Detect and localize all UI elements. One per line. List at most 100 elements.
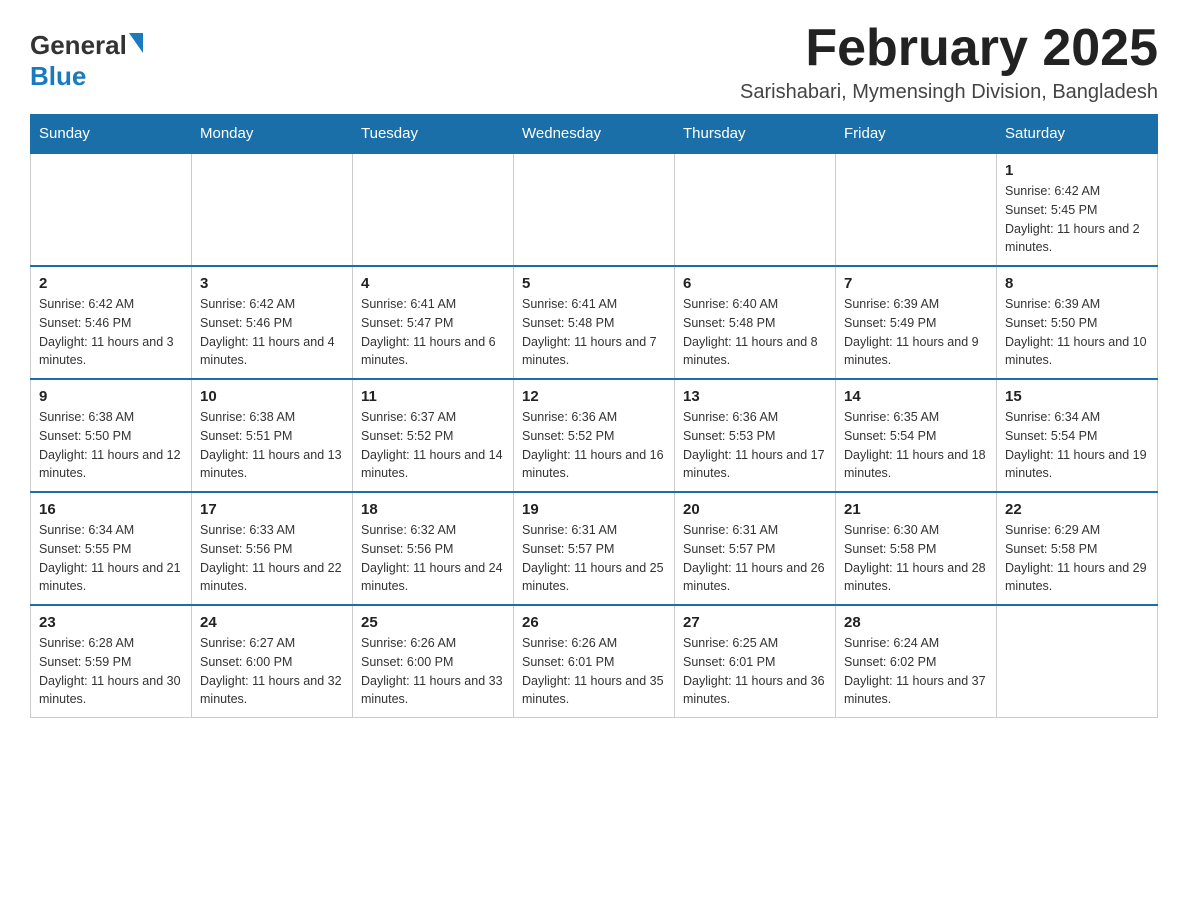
table-row: 6 Sunrise: 6:40 AMSunset: 5:48 PMDaylight… [675,266,836,379]
day-info: Sunrise: 6:26 AMSunset: 6:00 PMDaylight:… [361,634,505,709]
table-row: 27Sunrise: 6:25 AMSunset: 6:01 PMDayligh… [675,605,836,718]
calendar-week-row: 16 Sunrise: 6:34 AMSunset: 5:55 PMDayligh… [31,492,1158,605]
day-info: Sunrise: 6:31 AMSunset: 5:57 PMDaylight:… [683,521,827,596]
day-number: 27 [683,614,827,631]
day-number: 11 [361,388,505,405]
table-row: 14 Sunrise: 6:35 AMSunset: 5:54 PMDayligh… [836,379,997,492]
day-info: Sunrise: 6:37 AMSunset: 5:52 PMDaylight:… [361,408,505,483]
month-title: February 2025 [740,20,1158,77]
day-info: Sunrise: 6:40 AMSunset: 5:48 PMDaylight:… [683,295,827,370]
col-saturday: Saturday [997,115,1158,154]
col-wednesday: Wednesday [514,115,675,154]
col-thursday: Thursday [675,115,836,154]
table-row: 23Sunrise: 6:28 AMSunset: 5:59 PMDayligh… [31,605,192,718]
table-row [836,153,997,266]
day-number: 7 [844,275,988,292]
table-row: 18 Sunrise: 6:32 AMSunset: 5:56 PMDayligh… [353,492,514,605]
day-number: 19 [522,501,666,518]
day-info: Sunrise: 6:33 AMSunset: 5:56 PMDaylight:… [200,521,344,596]
table-row: 12 Sunrise: 6:36 AMSunset: 5:52 PMDayligh… [514,379,675,492]
calendar-table: Sunday Monday Tuesday Wednesday Thursday… [30,114,1158,718]
table-row: 22 Sunrise: 6:29 AMSunset: 5:58 PMDayligh… [997,492,1158,605]
logo-inner: General Blue [30,30,143,92]
day-number: 6 [683,275,827,292]
title-section: February 2025 Sarishabari, Mymensingh Di… [740,20,1158,104]
day-info: Sunrise: 6:34 AMSunset: 5:55 PMDaylight:… [39,521,183,596]
calendar-week-row: 2 Sunrise: 6:42 AMSunset: 5:46 PMDaylight… [31,266,1158,379]
day-number: 13 [683,388,827,405]
day-info: Sunrise: 6:38 AMSunset: 5:50 PMDaylight:… [39,408,183,483]
day-number: 3 [200,275,344,292]
day-number: 18 [361,501,505,518]
table-row: 10 Sunrise: 6:38 AMSunset: 5:51 PMDayligh… [192,379,353,492]
table-row: 13Sunrise: 6:36 AMSunset: 5:53 PMDayligh… [675,379,836,492]
col-sunday: Sunday [31,115,192,154]
day-number: 28 [844,614,988,631]
table-row [514,153,675,266]
day-number: 25 [361,614,505,631]
table-row [997,605,1158,718]
day-info: Sunrise: 6:41 AMSunset: 5:47 PMDaylight:… [361,295,505,370]
day-number: 14 [844,388,988,405]
day-number: 22 [1005,501,1149,518]
day-info: Sunrise: 6:24 AMSunset: 6:02 PMDaylight:… [844,634,988,709]
day-number: 26 [522,614,666,631]
day-number: 9 [39,388,183,405]
table-row: 5 Sunrise: 6:41 AMSunset: 5:48 PMDaylight… [514,266,675,379]
day-info: Sunrise: 6:27 AMSunset: 6:00 PMDaylight:… [200,634,344,709]
day-info: Sunrise: 6:38 AMSunset: 5:51 PMDaylight:… [200,408,344,483]
day-number: 17 [200,501,344,518]
day-info: Sunrise: 6:30 AMSunset: 5:58 PMDaylight:… [844,521,988,596]
calendar-header-row: Sunday Monday Tuesday Wednesday Thursday… [31,115,1158,154]
day-info: Sunrise: 6:39 AMSunset: 5:49 PMDaylight:… [844,295,988,370]
table-row: 2 Sunrise: 6:42 AMSunset: 5:46 PMDaylight… [31,266,192,379]
day-number: 12 [522,388,666,405]
day-info: Sunrise: 6:32 AMSunset: 5:56 PMDaylight:… [361,521,505,596]
table-row: 11 Sunrise: 6:37 AMSunset: 5:52 PMDayligh… [353,379,514,492]
table-row: 20 Sunrise: 6:31 AMSunset: 5:57 PMDayligh… [675,492,836,605]
page-header: General Blue February 2025 Sarishabari, … [30,20,1158,104]
table-row: 24Sunrise: 6:27 AMSunset: 6:00 PMDayligh… [192,605,353,718]
day-info: Sunrise: 6:42 AMSunset: 5:45 PMDaylight:… [1005,182,1149,257]
logo-top-row: General [30,30,143,61]
table-row: 7 Sunrise: 6:39 AMSunset: 5:49 PMDaylight… [836,266,997,379]
table-row: 19 Sunrise: 6:31 AMSunset: 5:57 PMDayligh… [514,492,675,605]
table-row: 25 Sunrise: 6:26 AMSunset: 6:00 PMDayligh… [353,605,514,718]
table-row [31,153,192,266]
day-info: Sunrise: 6:35 AMSunset: 5:54 PMDaylight:… [844,408,988,483]
table-row [675,153,836,266]
day-info: Sunrise: 6:31 AMSunset: 5:57 PMDaylight:… [522,521,666,596]
calendar-week-row: 9 Sunrise: 6:38 AMSunset: 5:50 PMDaylight… [31,379,1158,492]
day-number: 2 [39,275,183,292]
day-number: 5 [522,275,666,292]
table-row: 9 Sunrise: 6:38 AMSunset: 5:50 PMDaylight… [31,379,192,492]
day-number: 10 [200,388,344,405]
day-info: Sunrise: 6:34 AMSunset: 5:54 PMDaylight:… [1005,408,1149,483]
table-row: 3Sunrise: 6:42 AMSunset: 5:46 PMDaylight… [192,266,353,379]
day-info: Sunrise: 6:42 AMSunset: 5:46 PMDaylight:… [39,295,183,370]
table-row: 28 Sunrise: 6:24 AMSunset: 6:02 PMDayligh… [836,605,997,718]
col-friday: Friday [836,115,997,154]
table-row [192,153,353,266]
table-row: 1Sunrise: 6:42 AMSunset: 5:45 PMDaylight… [997,153,1158,266]
day-number: 4 [361,275,505,292]
table-row: 4 Sunrise: 6:41 AMSunset: 5:47 PMDaylight… [353,266,514,379]
day-number: 16 [39,501,183,518]
logo-general-text: General [30,30,127,61]
day-number: 21 [844,501,988,518]
table-row [353,153,514,266]
table-row: 15 Sunrise: 6:34 AMSunset: 5:54 PMDayligh… [997,379,1158,492]
day-info: Sunrise: 6:29 AMSunset: 5:58 PMDaylight:… [1005,521,1149,596]
table-row: 16 Sunrise: 6:34 AMSunset: 5:55 PMDayligh… [31,492,192,605]
day-number: 20 [683,501,827,518]
logo-triangle-icon [129,33,143,53]
day-info: Sunrise: 6:41 AMSunset: 5:48 PMDaylight:… [522,295,666,370]
location-subtitle: Sarishabari, Mymensingh Division, Bangla… [740,81,1158,104]
col-tuesday: Tuesday [353,115,514,154]
table-row: 21 Sunrise: 6:30 AMSunset: 5:58 PMDayligh… [836,492,997,605]
day-number: 15 [1005,388,1149,405]
col-monday: Monday [192,115,353,154]
day-info: Sunrise: 6:36 AMSunset: 5:52 PMDaylight:… [522,408,666,483]
calendar-week-row: 23Sunrise: 6:28 AMSunset: 5:59 PMDayligh… [31,605,1158,718]
table-row: 17 Sunrise: 6:33 AMSunset: 5:56 PMDayligh… [192,492,353,605]
